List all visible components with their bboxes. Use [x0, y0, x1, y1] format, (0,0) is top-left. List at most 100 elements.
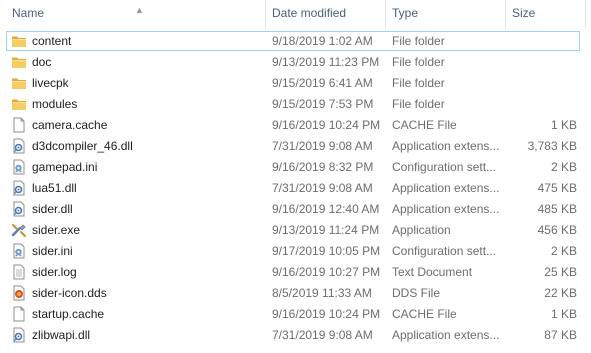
- file-row[interactable]: lua51.dll 7/31/2019 9:08 AM Application ex…: [0, 178, 591, 199]
- settings-file-icon: [11, 157, 29, 178]
- folder-icon: [11, 31, 29, 52]
- file-name: doc: [32, 55, 52, 69]
- folder-icon: [11, 73, 29, 94]
- file-row[interactable]: livecpk 9/15/2019 6:41 AM File folder: [0, 73, 591, 94]
- file-date-modified: 7/31/2019 9:08 AM: [272, 139, 373, 153]
- file-name: camera.cache: [32, 118, 108, 132]
- file-size: [505, 31, 577, 52]
- column-header: ▲ Name Date modified Type Size: [0, 0, 591, 28]
- dds-file-icon: [11, 283, 29, 304]
- column-header-name[interactable]: ▲ Name: [5, 0, 265, 28]
- file-type: Configuration sett...: [392, 244, 497, 258]
- file-name: sider.log: [32, 265, 77, 279]
- file-name: sider-icon.dds: [32, 286, 107, 300]
- file-row[interactable]: doc 9/13/2019 11:23 PM File folder: [0, 52, 591, 73]
- blank-file-icon: [11, 115, 29, 136]
- file-size: 1 KB: [550, 118, 577, 132]
- file-type: File folder: [392, 76, 445, 90]
- file-type: Application extens...: [392, 181, 500, 195]
- file-name: sider.ini: [32, 244, 73, 258]
- file-size: 475 KB: [537, 181, 577, 195]
- column-header-type-label: Type: [392, 6, 419, 20]
- file-size: 1 KB: [550, 307, 577, 321]
- file-type: Application extens...: [392, 139, 500, 153]
- column-header-size[interactable]: Size: [505, 0, 585, 28]
- file-row[interactable]: sider.log 9/16/2019 10:27 PM Text Document…: [0, 262, 591, 283]
- file-row[interactable]: modules 9/15/2019 7:53 PM File folder: [0, 94, 591, 115]
- file-name: livecpk: [32, 76, 69, 90]
- file-list: content 9/18/2019 1:02 AM File folder doc 9…: [0, 31, 591, 346]
- file-size: 87 KB: [544, 328, 577, 342]
- settings-file-icon: [11, 241, 29, 262]
- file-row[interactable]: camera.cache 9/16/2019 10:24 PM CACHE File…: [0, 115, 591, 136]
- blank-file-icon: [11, 304, 29, 325]
- file-name: sider.exe: [32, 223, 81, 237]
- file-row[interactable]: sider.dll 9/16/2019 12:40 AM Application e…: [0, 199, 591, 220]
- file-date-modified: 9/18/2019 1:02 AM: [272, 34, 373, 48]
- file-date-modified: 9/16/2019 10:27 PM: [272, 265, 381, 279]
- file-name: sider.dll: [32, 202, 73, 216]
- column-header-size-label: Size: [512, 6, 536, 20]
- file-name: zlibwapi.dll: [32, 328, 91, 342]
- file-row[interactable]: gamepad.ini 9/16/2019 8:32 PM Configuratio…: [0, 157, 591, 178]
- column-divider[interactable]: [585, 0, 586, 28]
- file-type: Configuration sett...: [392, 160, 497, 174]
- dll-file-icon: [11, 325, 29, 346]
- file-row[interactable]: sider.ini 9/17/2019 10:05 PM Configuration…: [0, 241, 591, 262]
- file-date-modified: 9/13/2019 11:23 PM: [272, 55, 380, 69]
- file-type: File folder: [392, 97, 445, 111]
- file-type: CACHE File: [392, 118, 457, 132]
- file-row[interactable]: zlibwapi.dll 7/31/2019 9:08 AM Application…: [0, 325, 591, 346]
- file-row[interactable]: sider.exe 9/13/2019 11:24 PM Application 45…: [0, 220, 591, 241]
- file-type: DDS File: [392, 286, 441, 300]
- file-size: 2 KB: [550, 160, 577, 174]
- file-size: 485 KB: [537, 202, 577, 216]
- file-type: Application extens...: [392, 202, 500, 216]
- file-name: d3dcompiler_46.dll: [32, 139, 133, 153]
- folder-icon: [11, 52, 29, 73]
- file-date-modified: 9/16/2019 12:40 AM: [272, 202, 380, 216]
- file-name: modules: [32, 97, 78, 111]
- dll-file-icon: [11, 178, 29, 199]
- sort-ascending-icon: ▲: [135, 5, 144, 15]
- file-date-modified: 8/5/2019 11:33 AM: [272, 286, 372, 300]
- column-header-date-modified[interactable]: Date modified: [265, 0, 385, 28]
- file-date-modified: 9/15/2019 7:53 PM: [272, 97, 374, 111]
- file-date-modified: 9/16/2019 10:24 PM: [272, 307, 381, 321]
- file-size: 456 KB: [537, 223, 577, 237]
- file-type: Application: [392, 223, 451, 237]
- file-name: lua51.dll: [32, 181, 77, 195]
- dll-file-icon: [11, 136, 29, 157]
- file-row[interactable]: sider-icon.dds 8/5/2019 11:33 AM DDS File 2…: [0, 283, 591, 304]
- file-size: [505, 73, 577, 94]
- file-date-modified: 9/13/2019 11:24 PM: [272, 223, 380, 237]
- file-type: Application extens...: [392, 328, 500, 342]
- text-file-icon: [11, 262, 29, 283]
- file-row[interactable]: startup.cache 9/16/2019 10:24 PM CACHE Fil…: [0, 304, 591, 325]
- file-size: [505, 52, 577, 73]
- file-date-modified: 9/16/2019 10:24 PM: [272, 118, 381, 132]
- column-header-name-label: Name: [12, 6, 45, 20]
- file-date-modified: 7/31/2019 9:08 AM: [272, 328, 373, 342]
- file-explorer: ▲ Name Date modified Type Size content 9/…: [0, 0, 591, 353]
- file-type: CACHE File: [392, 307, 457, 321]
- file-name: content: [32, 34, 72, 48]
- file-size: 25 KB: [544, 265, 577, 279]
- file-size: 22 KB: [544, 286, 577, 300]
- dll-file-icon: [11, 199, 29, 220]
- file-type: File folder: [392, 34, 445, 48]
- file-size: 2 KB: [550, 244, 577, 258]
- file-date-modified: 9/16/2019 8:32 PM: [272, 160, 374, 174]
- application-icon: [11, 220, 29, 241]
- file-size: [505, 94, 577, 115]
- file-date-modified: 9/17/2019 10:05 PM: [272, 244, 381, 258]
- file-name: startup.cache: [32, 307, 105, 321]
- column-header-type[interactable]: Type: [385, 0, 505, 28]
- file-size: 3,783 KB: [527, 139, 577, 153]
- file-row[interactable]: content 9/18/2019 1:02 AM File folder: [0, 31, 591, 52]
- file-row[interactable]: d3dcompiler_46.dll 7/31/2019 9:08 AM Appli…: [0, 136, 591, 157]
- folder-icon: [11, 94, 29, 115]
- file-type: File folder: [392, 55, 445, 69]
- column-header-date-label: Date modified: [272, 6, 347, 20]
- file-date-modified: 7/31/2019 9:08 AM: [272, 181, 373, 195]
